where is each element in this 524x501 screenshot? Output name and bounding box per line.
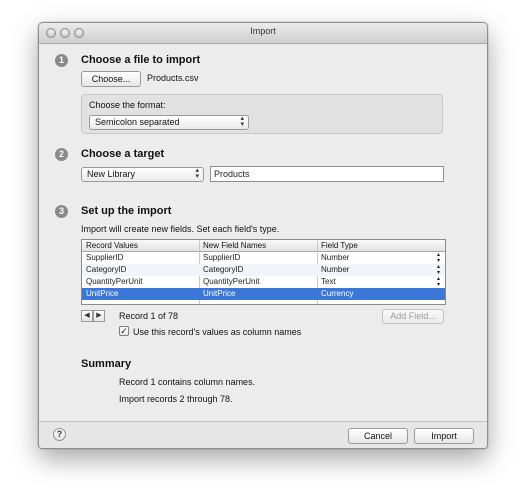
popup-arrows-icon: ▴ ▾ xyxy=(436,264,440,276)
record-indicator: Record 1 of 78 xyxy=(119,311,179,321)
choose-file-button[interactable]: Choose... xyxy=(81,71,141,87)
step-3-badge: 3 xyxy=(55,205,68,218)
table-row-selected[interactable]: UnitPrice UnitPrice Currency xyxy=(82,288,445,300)
column-header-field-type[interactable]: Field Type xyxy=(321,240,358,251)
field-type-popup[interactable]: Text ▴ ▾ xyxy=(321,276,443,288)
column-header-new-field-names[interactable]: New Field Names xyxy=(203,240,266,251)
field-type-value: Number xyxy=(321,253,350,262)
record-value-cell: SupplierID xyxy=(86,253,124,262)
popup-arrows-icon: ▴ ▾ xyxy=(240,115,244,128)
import-button[interactable]: Import xyxy=(414,428,474,444)
popup-arrows-icon: ▴ ▾ xyxy=(436,276,440,288)
step-2-heading: Choose a target xyxy=(81,148,165,160)
previous-record-button[interactable]: ◀ xyxy=(81,310,93,322)
field-mapping-table[interactable]: Record Values New Field Names Field Type… xyxy=(81,239,446,305)
format-popup-value: Semicolon separated xyxy=(95,117,180,127)
library-name-field[interactable]: Products xyxy=(210,166,444,182)
field-type-popup[interactable]: Number ▴ ▾ xyxy=(321,252,443,264)
field-type-value: Number xyxy=(321,265,350,274)
table-row[interactable]: CategoryID CategoryID Number ▴ ▾ xyxy=(82,264,445,276)
summary-line-1: Record 1 contains column names. xyxy=(119,377,256,387)
target-popup[interactable]: New Library ▴ ▾ xyxy=(81,167,204,182)
field-name-cell[interactable]: UnitPrice xyxy=(203,288,313,300)
format-popup[interactable]: Semicolon separated ▴ ▾ xyxy=(89,115,249,130)
field-type-value: Currency xyxy=(321,289,354,298)
field-type-popup[interactable]: Number ▴ ▾ xyxy=(321,264,443,276)
target-popup-value: New Library xyxy=(87,169,136,179)
import-window: Import 1 Choose a file to import Choose.… xyxy=(38,22,488,449)
field-type-value: Text xyxy=(321,277,336,286)
bottom-bar: ? Cancel Import xyxy=(39,421,487,448)
column-header-record-values[interactable]: Record Values xyxy=(86,240,138,251)
use-column-names-checkbox[interactable]: ✓ xyxy=(119,326,129,336)
summary-heading: Summary xyxy=(81,358,132,370)
selected-filename: Products.csv xyxy=(147,73,199,83)
table-row[interactable]: QuantityPerUnit QuantityPerUnit Text ▴ ▾ xyxy=(82,276,445,288)
record-value-cell: CategoryID xyxy=(86,265,127,274)
field-type-popup[interactable]: Currency xyxy=(321,288,443,300)
record-value-cell: UnitPrice xyxy=(86,289,119,298)
table-row[interactable]: SupplierID SupplierID Number ▴ ▾ xyxy=(82,252,445,264)
use-column-names-label: Use this record's values as column names xyxy=(133,327,302,337)
title-bar[interactable]: Import xyxy=(39,23,487,44)
cancel-button[interactable]: Cancel xyxy=(348,428,408,444)
add-field-button[interactable]: Add Field... xyxy=(382,309,444,324)
field-name-cell[interactable]: QuantityPerUnit xyxy=(203,276,313,288)
popup-arrows-icon: ▴ ▾ xyxy=(195,167,199,180)
field-name-cell[interactable]: CategoryID xyxy=(203,264,313,276)
record-value-cell: QuantityPerUnit xyxy=(86,277,143,286)
window-title: Import xyxy=(250,26,276,36)
summary-line-2: Import records 2 through 78. xyxy=(119,394,233,404)
popup-arrows-icon: ▴ ▾ xyxy=(436,252,440,264)
step-1-heading: Choose a file to import xyxy=(81,54,201,66)
step-3-heading: Set up the import xyxy=(81,205,172,217)
step-1-badge: 1 xyxy=(55,54,68,67)
step-2-badge: 2 xyxy=(55,148,68,161)
next-record-button[interactable]: ▶ xyxy=(93,310,105,322)
format-group: Choose the format: Semicolon separated ▴… xyxy=(81,94,443,134)
field-name-cell[interactable]: SupplierID xyxy=(203,252,313,264)
import-description: Import will create new fields. Set each … xyxy=(81,224,280,234)
format-label: Choose the format: xyxy=(89,100,166,110)
help-button[interactable]: ? xyxy=(53,428,66,441)
table-header: Record Values New Field Names Field Type xyxy=(82,240,445,252)
